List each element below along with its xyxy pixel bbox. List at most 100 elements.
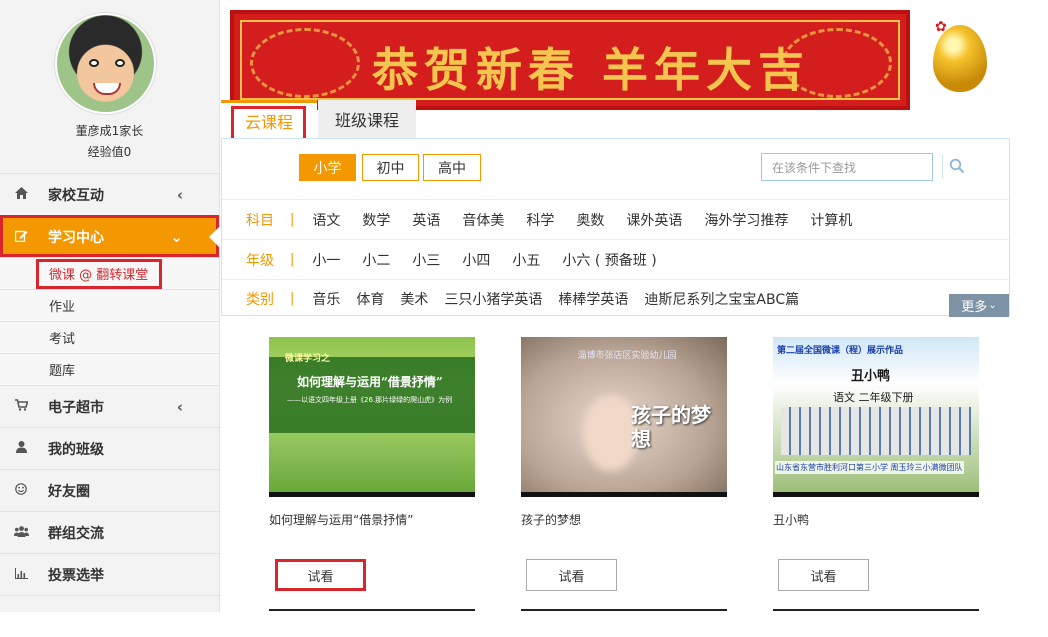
course-thumbnail[interactable]: 第二届全国微课（程）展示作品 丑小鸭 语文 二年级下册 山东省东营市胜利河口第三… [773,337,979,497]
nav-label: 我的班级 [48,441,104,458]
filter-option[interactable]: 三只小猪学英语 [444,289,542,309]
subnav-micro-course[interactable]: 微课 @ 翻转课堂 [0,257,219,289]
search-icon[interactable] [949,158,965,174]
filter-option[interactable]: 计算机 [810,210,852,230]
course-card: 第二届全国微课（程）展示作品 丑小鸭 语文 二年级下册 山东省东营市胜利河口第三… [773,337,979,611]
more-button[interactable]: 更多 ⌄ [949,294,1009,317]
subnav-exam[interactable]: 考试 [0,321,219,353]
thumbnail-text: 第二届全国微课（程）展示作品 [777,346,904,356]
lantern-decoration [250,28,360,98]
search-input[interactable]: 在该条件下查找 [761,153,933,181]
filter-separator: | [290,212,295,227]
course-title[interactable]: 丑小鸭 [773,511,979,529]
filter-option[interactable]: 小三 [412,250,440,270]
nav-label: 学习中心 [48,229,104,246]
course-title[interactable]: 如何理解与运用“借景抒情” [269,511,475,529]
nav-home-school[interactable]: 家校互动 ‹ [0,173,219,215]
nav-label: 投票选举 [48,567,104,584]
nav-label: 家校互动 [48,187,104,204]
avatar-eye-right [115,59,125,67]
filter-option[interactable]: 奥数 [576,210,604,230]
course-card: 淄博市张店区实验幼儿园 孩子的梦想 孩子的梦想 试看 [521,337,727,611]
avatar[interactable] [55,13,156,114]
chevron-down-icon: ⌄ [170,227,183,246]
bar-chart-icon [12,567,30,582]
chevron-left-icon: ‹ [176,397,183,416]
filter-option[interactable]: 小六 ( 预备班 ) [562,250,656,270]
highlight-box [36,259,162,289]
tab-cloud-courses[interactable]: 云课程 [221,100,317,141]
highlight-box [231,106,306,141]
subnav-label: 题库 [49,364,76,379]
thumbnail-text: 丑小鸭 [851,369,891,384]
course-thumbnail[interactable]: 微课学习之 如何理解与运用“借景抒情” ——以语文四年级上册《26.那片绿绿的爬… [269,337,475,497]
thumbnail-text: 如何理解与运用“借景抒情” [297,375,443,389]
nav-label: 电子超市 [48,399,104,416]
subject-filter-row: 科目 | 语文 数学 英语 音体美 科学 奥数 课外英语 海外学习推荐 计算机 [222,199,1009,239]
thumbnail-text: 山东省东营市胜利河口第三小学 周玉玲三小满微团队 [775,461,964,474]
chevron-left-icon: ‹ [176,185,183,204]
nav-voting[interactable]: 投票选举 [0,553,219,595]
nav-my-class[interactable]: 我的班级 [0,427,219,469]
filter-option[interactable]: 科学 [526,210,554,230]
preview-button[interactable]: 试看 [778,559,869,591]
filter-option[interactable]: 课外英语 [626,210,682,230]
active-notch [209,226,220,248]
filter-option[interactable]: 数学 [362,210,390,230]
chevron-down-icon: ⌄ [988,300,997,311]
filter-option[interactable]: 美术 [400,289,428,309]
filter-option[interactable]: 语文 [312,210,340,230]
filter-option[interactable]: 小五 [512,250,540,270]
new-year-banner: 恭贺新春 羊年大吉 [230,10,910,110]
filter-option[interactable]: 棒棒学英语 [558,289,628,309]
nav-more-partial[interactable] [0,595,219,637]
thumbnail-text: 微课学习之 [285,354,331,364]
filter-option[interactable]: 海外学习推荐 [704,210,788,230]
card-divider [269,609,475,611]
course-thumbnail[interactable]: 淄博市张店区实验幼儿园 孩子的梦想 [521,337,727,497]
sidebar: 董彦成1家长 经验值0 家校互动 ‹ 学习中心 ⌄ 微课 @ 翻转课堂 作业 考… [0,0,220,612]
username: 董彦成1家长 [75,124,144,138]
thumbnail-text: 淄博市张店区实验幼儿园 [577,351,677,361]
grade-filter-row: 年级 | 小一 小二 小三 小四 小五 小六 ( 预备班 ) [222,239,1009,279]
filter-option[interactable]: 迪斯尼系列之宝宝ABC篇 [644,289,799,309]
avatar-mouth [93,83,121,95]
filter-option[interactable]: 音体美 [462,210,504,230]
nav-label: 群组交流 [48,525,104,542]
filter-label-category: 类别 [246,291,274,308]
search-divider [942,155,943,179]
edit-icon [12,229,30,245]
filter-option[interactable]: 小二 [362,250,390,270]
course-card: 微课学习之 如何理解与运用“借景抒情” ——以语文四年级上册《26.那片绿绿的爬… [269,337,475,611]
tab-class-courses[interactable]: 班级课程 [318,100,416,138]
level-middle-button[interactable]: 初中 [362,154,419,181]
level-primary-button[interactable]: 小学 [299,154,356,181]
nav-group-chat[interactable]: 群组交流 [0,511,219,553]
thumbnail-text: 语文 二年级下册 [833,391,914,404]
category-filter-row: 类别 | 音乐 体育 美术 三只小猪学英语 棒棒学英语 迪斯尼系列之宝宝ABC篇… [222,279,1009,317]
subnav-label: 考试 [49,332,76,347]
golden-egg-icon[interactable]: ✿ [933,19,987,92]
filter-option[interactable]: 体育 [356,289,384,309]
experience-points: 经验值0 [87,145,132,159]
preview-button[interactable]: 试看 [526,559,617,591]
filter-separator: | [290,252,295,267]
nav-friends[interactable]: 好友圈 [0,469,219,511]
filter-option[interactable]: 音乐 [312,289,340,309]
preview-button[interactable]: 试看 [275,559,366,591]
nav-e-market[interactable]: 电子超市 ‹ [0,385,219,427]
filter-option[interactable]: 英语 [412,210,440,230]
home-icon [12,187,30,202]
filter-option[interactable]: 小四 [462,250,490,270]
avatar-eye-left [89,59,99,67]
course-title[interactable]: 孩子的梦想 [521,511,727,529]
bow-icon: ✿ [935,19,947,35]
subnav-question-bank[interactable]: 题库 [0,353,219,385]
nav-learning-center[interactable]: 学习中心 ⌄ [0,215,220,257]
subnav-homework[interactable]: 作业 [0,289,219,321]
banner-title: 恭贺新春 羊年大吉 [372,43,811,97]
filter-option[interactable]: 小一 [312,250,340,270]
level-high-button[interactable]: 高中 [423,154,481,181]
filter-label-subject: 科目 [246,212,274,229]
filter-label-grade: 年级 [246,252,274,269]
